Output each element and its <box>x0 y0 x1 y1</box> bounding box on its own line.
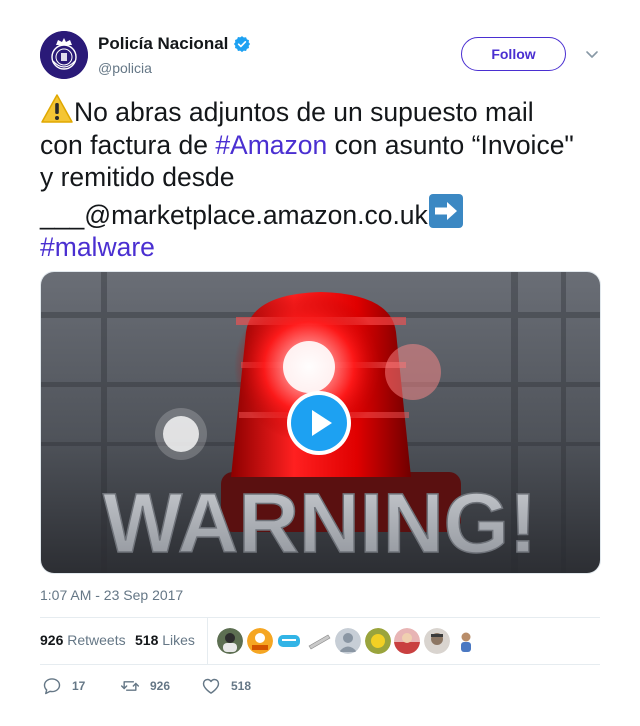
chevron-down-icon[interactable] <box>584 46 600 62</box>
police-crest-icon <box>40 31 88 79</box>
tweet-line-2-post: con asunto “Invoice" <box>327 129 574 160</box>
tweet-actions: 17 926 518 <box>40 676 600 698</box>
tweet-text: No abras adjuntos de un supuesto mail co… <box>40 93 615 264</box>
likes-count: 518 <box>135 632 159 648</box>
play-button-icon[interactable] <box>286 390 352 456</box>
tweet-line-1: No abras adjuntos de un supuesto mail <box>40 93 615 129</box>
hashtag-amazon-link[interactable]: #Amazon <box>215 130 327 160</box>
likes-label: Likes <box>162 632 195 648</box>
reply-count: 17 <box>72 679 86 693</box>
retweets-count: 926 <box>40 632 64 648</box>
author-display-name[interactable]: Policía Nacional <box>98 34 228 54</box>
retweet-icon <box>120 681 140 691</box>
tweet-line-2: con factura de #Amazon con asunto “Invoi… <box>40 129 615 162</box>
tweet-line-2-pre: con factura de <box>40 129 216 160</box>
liker-avatar[interactable] <box>305 628 332 654</box>
retweet-count: 926 <box>150 679 171 693</box>
likes-stat[interactable]: 518 Likes <box>135 632 195 648</box>
like-count: 518 <box>231 679 252 693</box>
follow-button[interactable]: Follow <box>461 37 566 71</box>
warning-overlay-text: WARNING! <box>103 476 537 570</box>
retweets-label: Retweets <box>67 632 126 648</box>
reply-button[interactable]: 17 <box>42 676 85 696</box>
verified-badge-icon <box>234 36 251 53</box>
tweet-stats: 926 Retweets 518 Likes <box>40 618 600 664</box>
liker-avatar[interactable] <box>335 628 361 654</box>
liker-avatars <box>217 628 483 654</box>
liker-avatar[interactable] <box>276 628 302 654</box>
divider-bottom <box>40 664 600 665</box>
hashtag-malware-link[interactable]: #malware <box>40 231 615 264</box>
heart-icon <box>202 678 220 694</box>
liker-avatar[interactable] <box>217 628 243 654</box>
tweet-line-3: y remitido desde <box>40 162 235 192</box>
author-handle[interactable]: @policia <box>98 60 152 76</box>
author-avatar[interactable] <box>40 31 88 79</box>
liker-avatar[interactable] <box>453 628 479 654</box>
liker-avatar[interactable] <box>364 628 391 654</box>
retweet-button[interactable]: 926 <box>120 676 170 696</box>
retweets-stat[interactable]: 926 Retweets <box>40 632 126 648</box>
reply-icon <box>43 678 61 695</box>
stats-separator <box>207 618 208 664</box>
tweet-timestamp[interactable]: 1:07 AM - 23 Sep 2017 <box>40 587 183 603</box>
liker-avatar[interactable] <box>423 628 450 654</box>
liker-avatar[interactable] <box>394 628 420 654</box>
warning-sign-icon <box>41 94 73 123</box>
liker-avatar[interactable] <box>246 628 273 654</box>
tweet-line-4: ___@marketplace.amazon.co.uk <box>40 193 615 232</box>
tweet-line-1-text: No abras adjuntos de un supuesto mail <box>74 97 534 127</box>
author-name-row: Policía Nacional <box>98 34 251 54</box>
video-player[interactable]: WARNING! <box>40 271 601 574</box>
tweet-header: Policía Nacional @policia Follow <box>40 31 600 81</box>
like-button[interactable]: 518 <box>201 676 251 696</box>
right-arrow-icon <box>428 193 463 228</box>
email-address-text: ___@marketplace.amazon.co.uk <box>40 199 428 230</box>
